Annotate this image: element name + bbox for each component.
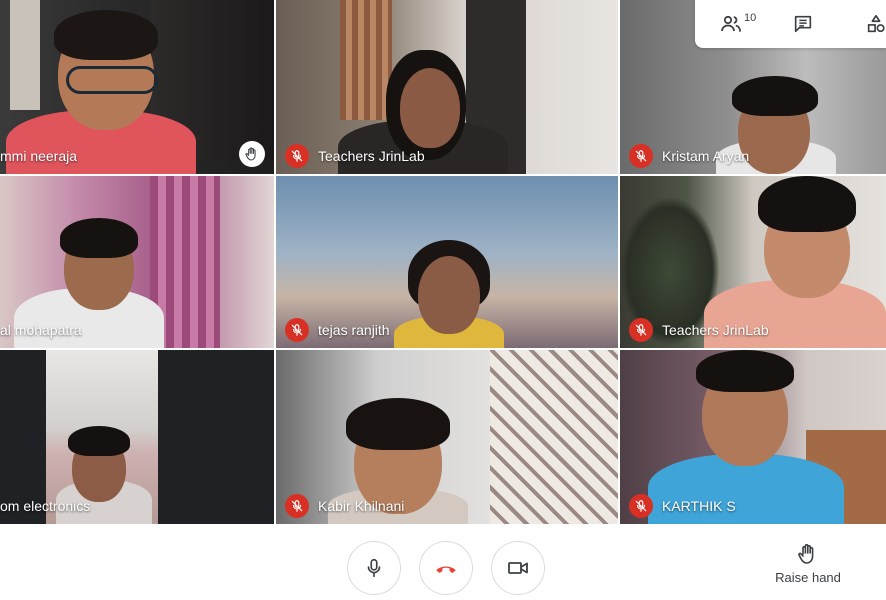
- hand-icon: [798, 544, 814, 564]
- hang-up-icon: [436, 566, 456, 573]
- participant-tile[interactable]: Teachers JrinLab: [276, 0, 618, 174]
- participant-name: Kristam Aryan: [662, 148, 750, 164]
- participant-name: Kabir Khilnani: [318, 498, 405, 514]
- muted-indicator: [285, 144, 309, 168]
- participant-tile[interactable]: mmi neeraja: [0, 0, 274, 174]
- activities-icon: [867, 14, 885, 33]
- hand-raised-badge: [239, 141, 265, 167]
- muted-indicator: [285, 494, 309, 518]
- chat-icon: [794, 15, 812, 33]
- muted-indicator: [629, 494, 653, 518]
- participant-name: mmi neeraja: [0, 148, 78, 164]
- person-hair: [732, 76, 818, 116]
- participant-name: al mohapatra: [0, 322, 82, 338]
- curtain: [340, 0, 392, 120]
- activities-button[interactable]: [865, 10, 886, 38]
- person-head: [418, 256, 480, 334]
- person-hair: [758, 176, 856, 232]
- mic-off-icon: [635, 324, 647, 336]
- window-light: [10, 0, 40, 110]
- participant-tile[interactable]: al mohapatra: [0, 176, 274, 348]
- participant-tile[interactable]: KARTHIK S: [620, 350, 886, 524]
- person-hair: [696, 350, 794, 392]
- curtain: [490, 350, 618, 524]
- participant-tile[interactable]: Teachers JrinLab: [620, 176, 886, 348]
- person-hair: [60, 218, 138, 258]
- raise-hand-button[interactable]: Raise hand: [766, 542, 850, 585]
- mic-off-icon: [291, 150, 303, 162]
- bottom-controls: Raise hand: [0, 524, 886, 600]
- participant-name: tejas ranjith: [318, 322, 390, 338]
- participant-name: Teachers JrinLab: [318, 148, 425, 164]
- participants-button[interactable]: 10: [719, 10, 756, 38]
- participant-tile[interactable]: Kabir Khilnani: [276, 350, 618, 524]
- chat-button[interactable]: [792, 10, 814, 38]
- mic-off-icon: [635, 500, 647, 512]
- top-toolbar: 10: [695, 0, 886, 48]
- microphone-icon: [367, 558, 381, 578]
- person-hair: [54, 10, 158, 60]
- camera-icon: [508, 562, 528, 574]
- hand-icon: [245, 147, 256, 161]
- raise-hand-label: Raise hand: [775, 570, 841, 585]
- person-hair: [68, 426, 130, 456]
- participant-count: 10: [744, 12, 757, 24]
- glasses: [66, 66, 158, 94]
- participant-name: Teachers JrinLab: [662, 322, 769, 338]
- person-head: [400, 68, 460, 148]
- microphone-button[interactable]: [347, 541, 401, 595]
- camera-button[interactable]: [491, 541, 545, 595]
- hang-up-button[interactable]: [419, 541, 473, 595]
- mic-off-icon: [291, 324, 303, 336]
- participant-name: KARTHIK S: [662, 498, 736, 514]
- participant-tile[interactable]: om electronics: [0, 350, 274, 524]
- mic-off-icon: [635, 150, 647, 162]
- participant-tile[interactable]: tejas ranjith: [276, 176, 618, 348]
- muted-indicator: [285, 318, 309, 342]
- muted-indicator: [629, 318, 653, 342]
- people-icon: [721, 15, 741, 32]
- video-grid: mmi neeraja Teachers JrinLab Kristam Ary…: [0, 0, 886, 524]
- participant-name: om electronics: [0, 498, 91, 514]
- muted-indicator: [629, 144, 653, 168]
- mic-off-icon: [291, 500, 303, 512]
- person-hair: [346, 398, 450, 450]
